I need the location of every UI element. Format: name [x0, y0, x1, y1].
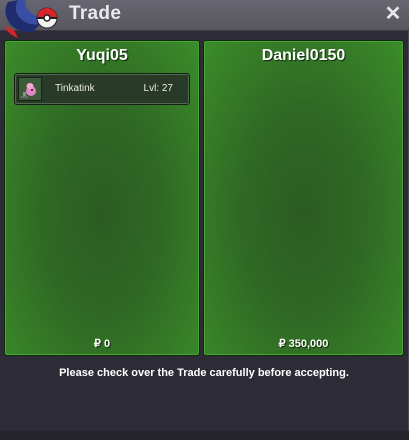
close-button[interactable]: ✕ — [383, 4, 403, 24]
window-title: Trade — [69, 3, 122, 24]
bottom-bar — [0, 431, 409, 440]
pokemon-icon-slot — [18, 77, 42, 101]
trader-name: Yuqi05 — [76, 47, 128, 64]
title-bar[interactable]: Trade ✕ — [0, 0, 409, 38]
trader-name: Daniel0150 — [261, 47, 346, 64]
money-offer: ₽ 350,000 — [278, 338, 329, 350]
money-offer: ₽ 0 — [93, 338, 111, 350]
tinkatink-sprite-icon — [21, 83, 36, 98]
trade-item-row[interactable]: Tinkatink Lvl: 27 — [14, 73, 190, 105]
pokeball-logo-icon — [4, 0, 58, 38]
partner-offer-panel: Daniel0150 ₽ 350,000 — [203, 40, 404, 356]
close-icon: ✕ — [384, 3, 402, 25]
pokemon-level: Lvl: 27 — [143, 83, 173, 94]
pokemon-name: Tinkatink — [55, 83, 95, 94]
my-offer-panel: Yuqi05 Tinkatink Lvl: 27 ₽ 0 — [4, 40, 200, 356]
trade-warning-message: Please check over the Trade carefully be… — [59, 367, 349, 379]
trade-window: Trade ✕ Yuqi05 Tinkatink Lvl: 27 ₽ 0 Dan… — [0, 0, 409, 440]
